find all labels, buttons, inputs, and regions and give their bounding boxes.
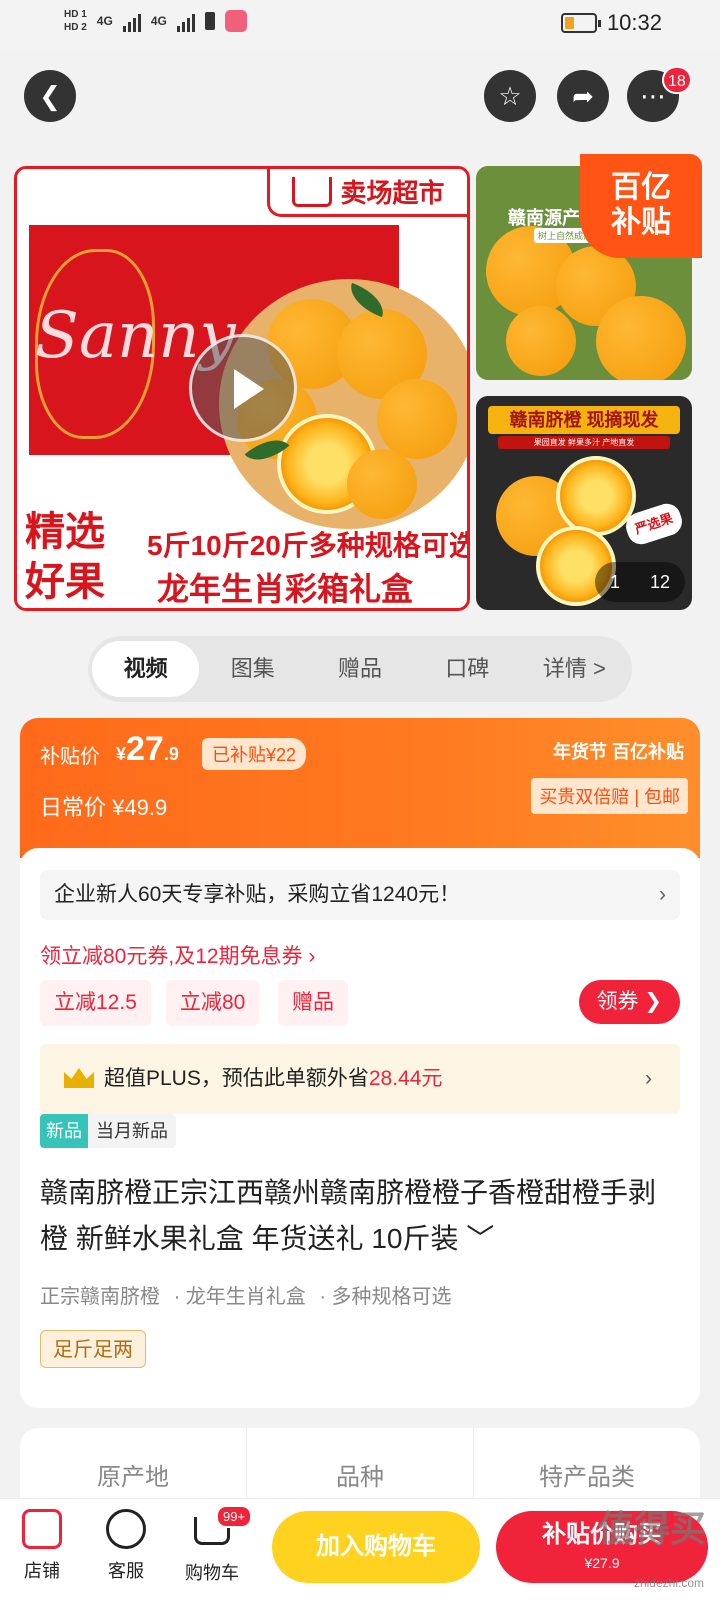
plus-savings-row[interactable]: 超值PLUS，预估此单额外省28.44元 › <box>40 1044 680 1114</box>
site-watermark: 值得买 <box>597 1508 706 1549</box>
market-banner: 卖场超市 <box>267 169 467 217</box>
battery-icon <box>560 13 601 33</box>
cart-icon <box>292 176 333 207</box>
daily-price: 日常价 ¥49.9 <box>40 795 168 820</box>
clock: 10:32 <box>606 10 662 35</box>
play-button[interactable] <box>189 334 297 442</box>
coupon-link[interactable]: 领立减80元券,及12期免息券 › <box>40 940 315 970</box>
site-watermark-url: zhidezhi.com <box>633 1576 704 1590</box>
cart-button[interactable]: 购物车 99+ <box>176 1505 253 1585</box>
hd1-label: HD 1 <box>64 9 87 20</box>
main-video-thumbnail[interactable]: Sanny 卖场超市 精选 好果 5斤10斤20斤多种规格可选 龙年生肖彩箱礼盒 <box>14 166 470 611</box>
mail-icon <box>224 10 247 32</box>
product-attributes: 正宗赣南脐橙 · 龙年生肖礼盒 · 多种规格可选 <box>40 1286 452 1308</box>
spec-text: 5斤10斤20斤多种规格可选 <box>147 530 470 561</box>
product-title[interactable]: 赣南脐橙正宗江西赣州赣南脐橙橙子香橙甜橙手剥橙 新鲜水果礼盒 年货送礼 10斤装… <box>40 1170 680 1262</box>
tab-reviews[interactable]: 口碑 <box>414 641 521 697</box>
network-type-1: 4G <box>96 14 113 28</box>
new-product-tag: 新品 当月新品 <box>40 1114 176 1148</box>
service-icon <box>106 1509 146 1549</box>
already-subsidy-badge: 已补贴¥22 <box>202 738 307 770</box>
network-indicators: HD 1 HD 2 4G 4G <box>64 8 247 34</box>
back-button[interactable]: ❮ <box>24 70 76 122</box>
product-info-card: 企业新人60天专享补贴，采购立省1240元！ › 领立减80元券,及12期免息券… <box>20 848 700 1408</box>
product-gallery[interactable]: Sanny 卖场超市 精选 好果 5斤10斤20斤多种规格可选 龙年生肖彩箱礼盒… <box>0 154 720 616</box>
crown-icon <box>64 1068 94 1088</box>
tab-details[interactable]: 详情 > <box>521 641 628 697</box>
network-type-2: 4G <box>150 14 167 28</box>
discount-chip[interactable]: 立减80 <box>166 980 260 1026</box>
select-fruit-badge: 精选 好果 <box>17 499 147 608</box>
enterprise-promo-row[interactable]: 企业新人60天专享补贴，采购立省1240元！ › <box>40 870 680 920</box>
tab-gallery[interactable]: 图集 <box>199 641 306 697</box>
share-icon: ➦ <box>572 80 594 111</box>
star-icon: ☆ <box>498 80 522 111</box>
service-button[interactable]: 客服 <box>90 1509 162 1583</box>
media-tabs: 视频 图集 赠品 口碑 详情 > <box>88 636 632 702</box>
price-section: 补贴价 ¥27.9 已补贴¥22 日常价 ¥49.9 年货节 百亿补贴 买贵双倍… <box>20 718 700 858</box>
image-counter: 1 12 <box>595 562 685 602</box>
add-to-cart-button[interactable]: 加入购物车 <box>272 1511 480 1583</box>
chevron-right-icon: › <box>659 883 666 906</box>
gift-chip[interactable]: 赠品 <box>278 980 348 1026</box>
gift-text: 龙年生肖彩箱礼盒 <box>157 571 414 607</box>
status-bar: HD 1 HD 2 4G 4G 10:32 <box>0 0 720 50</box>
signal-icon <box>122 10 141 32</box>
chevron-left-icon: ❮ <box>39 80 61 111</box>
get-coupon-button[interactable]: 领券 ❯ <box>578 980 680 1024</box>
favorite-button[interactable]: ☆ <box>484 70 536 122</box>
tab-gift[interactable]: 赠品 <box>306 641 413 697</box>
cart-badge: 99+ <box>216 1505 253 1528</box>
discount-chip[interactable]: 立减12.5 <box>40 980 151 1026</box>
full-weight-badge: 足斤足两 <box>40 1330 146 1368</box>
subsidy-price-label: 补贴价 <box>40 746 100 768</box>
subsidy-brand-link[interactable]: 年货节 百亿补贴 <box>553 738 684 764</box>
alert-icon <box>204 12 215 30</box>
guarantee-badge: 买贵双倍赔 | 包邮 <box>531 778 688 814</box>
chevron-right-icon: › <box>645 1067 652 1090</box>
tab-video[interactable]: 视频 <box>92 641 200 697</box>
subsidy-corner-badge: 百亿 补贴 <box>580 154 702 258</box>
shop-button[interactable]: 店铺 <box>6 1509 78 1583</box>
hd2-label: HD 2 <box>64 22 87 33</box>
shop-icon <box>22 1509 62 1549</box>
subsidy-price: ¥27.9 <box>116 730 179 768</box>
signal-icon-2 <box>176 10 195 32</box>
notification-badge: 18 <box>662 66 692 94</box>
share-button[interactable]: ➦ <box>557 70 609 122</box>
